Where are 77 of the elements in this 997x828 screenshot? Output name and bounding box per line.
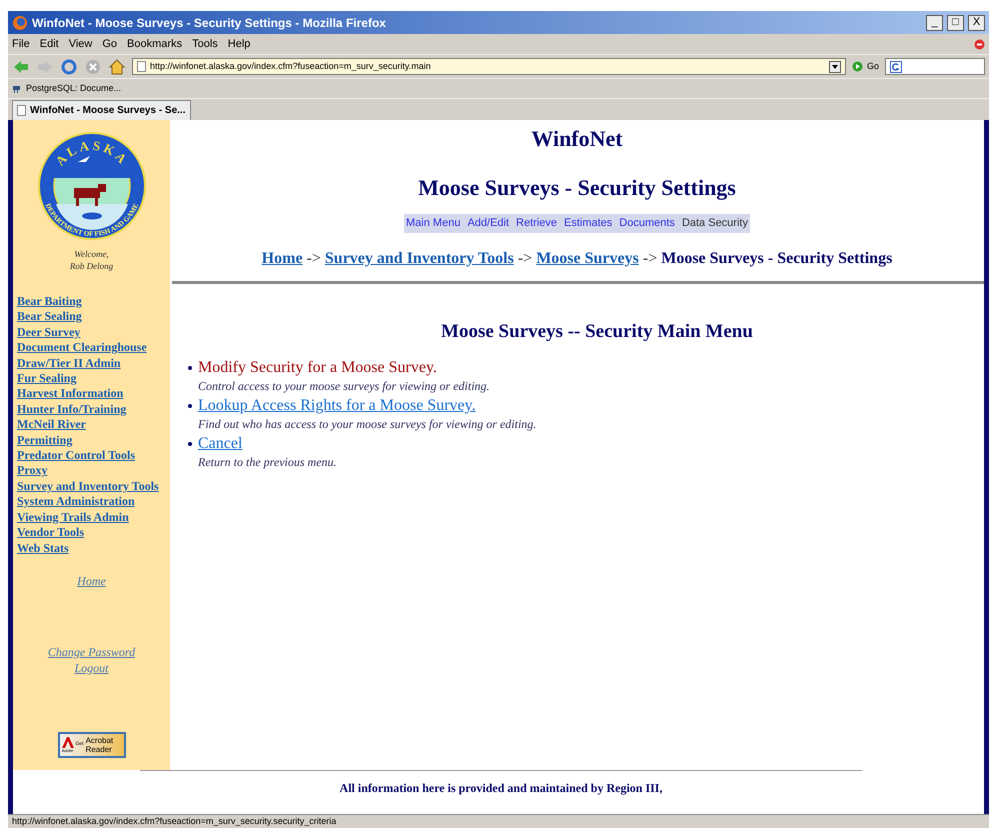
bullet-icon bbox=[188, 366, 192, 370]
section-nav-link[interactable]: Add/Edit bbox=[467, 215, 510, 232]
breadcrumb-separator: -> bbox=[642, 248, 658, 268]
breadcrumb-current: Moose Surveys - Security Settings bbox=[661, 248, 892, 268]
breadcrumb-link[interactable]: Survey and Inventory Tools bbox=[324, 246, 514, 270]
search-field[interactable] bbox=[885, 58, 985, 75]
browser-logo-icon bbox=[12, 14, 28, 30]
window-control[interactable]: _ bbox=[926, 14, 943, 30]
page-icon bbox=[17, 105, 26, 116]
sidebar-link[interactable]: Harvest Information bbox=[17, 386, 159, 402]
page-title: Moose Surveys - Security Settings bbox=[417, 174, 737, 202]
status-bar: http://winfonet.alaska.gov/index.cfm?fuseaction=m_surv_security.security_criteria bbox=[8, 814, 989, 828]
option-description: Control access to your moose surveys for viewing or editing. bbox=[198, 378, 491, 395]
option-description: Find out who has access to your moose surveys for viewing or editing. bbox=[198, 416, 538, 433]
reload-icon[interactable] bbox=[60, 58, 78, 76]
home-icon[interactable] bbox=[108, 58, 126, 76]
breadcrumb-separator: -> bbox=[518, 248, 532, 268]
browser-tab[interactable]: WinfoNet - Moose Surveys - Se... bbox=[12, 100, 190, 120]
section-nav-link[interactable]: Estimates bbox=[564, 215, 612, 232]
account-link[interactable]: Change Password bbox=[48, 644, 136, 660]
menu-option-link[interactable]: Cancel bbox=[198, 434, 242, 453]
go-button[interactable]: Go bbox=[852, 60, 879, 74]
menu-item[interactable]: Help bbox=[228, 36, 250, 52]
page-icon bbox=[137, 61, 146, 72]
sidebar-link[interactable]: Predator Control Tools bbox=[17, 448, 159, 464]
menu-item[interactable]: View bbox=[68, 36, 92, 52]
site-title: WinfoNet bbox=[530, 125, 624, 153]
bullet-icon bbox=[188, 404, 192, 408]
section-nav-link[interactable]: Main Menu bbox=[406, 215, 460, 232]
menu-heading: Moose Surveys -- Security Main Menu bbox=[440, 320, 754, 344]
breadcrumb-link[interactable]: Home bbox=[262, 246, 303, 270]
window-control[interactable]: X bbox=[968, 14, 985, 30]
sidebar-link[interactable]: Web Stats bbox=[17, 540, 159, 556]
stop-icon[interactable] bbox=[84, 58, 102, 76]
sidebar-link[interactable]: Bear Sealing bbox=[17, 309, 159, 325]
welcome-text: Rob Delong bbox=[70, 260, 114, 272]
sidebar-link[interactable]: Permitting bbox=[17, 432, 159, 448]
section-nav-link[interactable]: Documents bbox=[619, 215, 675, 232]
menu-item[interactable]: Go bbox=[102, 36, 118, 52]
home-link[interactable]: Home bbox=[77, 572, 106, 590]
sidebar-link[interactable]: McNeil River bbox=[17, 417, 159, 433]
footer-text: All information here is provided and maintained by Region III, bbox=[340, 780, 662, 797]
sidebar-link[interactable]: Viewing Trails Admin bbox=[17, 510, 159, 526]
sidebar-link[interactable]: Draw/Tier II Admin bbox=[17, 356, 159, 372]
sidebar-link[interactable]: Document Clearinghouse bbox=[17, 340, 159, 356]
menu-item[interactable]: File bbox=[12, 36, 30, 52]
address-field[interactable]: http://winfonet.alaska.gov/index.cfm?fuseaction=m_surv_security.main bbox=[132, 58, 846, 75]
menu-option-link[interactable]: Lookup Access Rights for a Moose Survey. bbox=[198, 396, 476, 415]
sidebar-link[interactable]: Deer Survey bbox=[17, 324, 159, 340]
menu-item[interactable]: Edit bbox=[40, 36, 59, 52]
welcome-text: Welcome, bbox=[74, 248, 109, 260]
window-title: WinfoNet - Moose Surveys - Security Settings - Mozilla Firefox bbox=[32, 14, 386, 32]
breadcrumb-separator: -> bbox=[306, 248, 321, 268]
breadcrumb-link[interactable]: Moose Surveys bbox=[536, 246, 639, 270]
sidebar-link[interactable]: System Administration bbox=[17, 494, 159, 510]
sidebar-link[interactable]: Survey and Inventory Tools bbox=[17, 478, 159, 494]
sidebar-link[interactable]: Bear Baiting bbox=[17, 294, 159, 310]
option-description: Return to the previous menu. bbox=[198, 454, 338, 471]
adobe-logo-icon bbox=[62, 736, 74, 748]
sidebar-link[interactable]: Hunter Info/Training bbox=[17, 402, 159, 418]
sidebar-link[interactable]: Vendor Tools bbox=[17, 525, 159, 540]
menu-item[interactable]: Bookmarks bbox=[127, 36, 182, 52]
stop-icon[interactable] bbox=[974, 38, 985, 50]
menu-option-link[interactable]: Modify Security for a Moose Survey. bbox=[198, 358, 437, 377]
product-name: Acrobat bbox=[86, 736, 114, 745]
menu-item[interactable]: Tools bbox=[192, 36, 218, 52]
account-link[interactable]: Logout bbox=[74, 660, 108, 676]
product-name: Reader bbox=[86, 744, 113, 754]
section-nav-link[interactable]: Retrieve bbox=[516, 215, 557, 232]
bookmark-item[interactable]: PostgreSQL: Docume... bbox=[12, 82, 122, 96]
search-engine-icon bbox=[890, 60, 902, 72]
bullet-icon bbox=[188, 442, 192, 446]
sidebar-link[interactable]: Fur Sealing bbox=[17, 371, 159, 386]
section-nav-link[interactable]: Data Security bbox=[682, 215, 748, 232]
window-control[interactable]: □ bbox=[947, 14, 964, 30]
dropdown-icon[interactable] bbox=[828, 60, 841, 72]
sidebar-link[interactable]: Proxy bbox=[17, 463, 159, 479]
